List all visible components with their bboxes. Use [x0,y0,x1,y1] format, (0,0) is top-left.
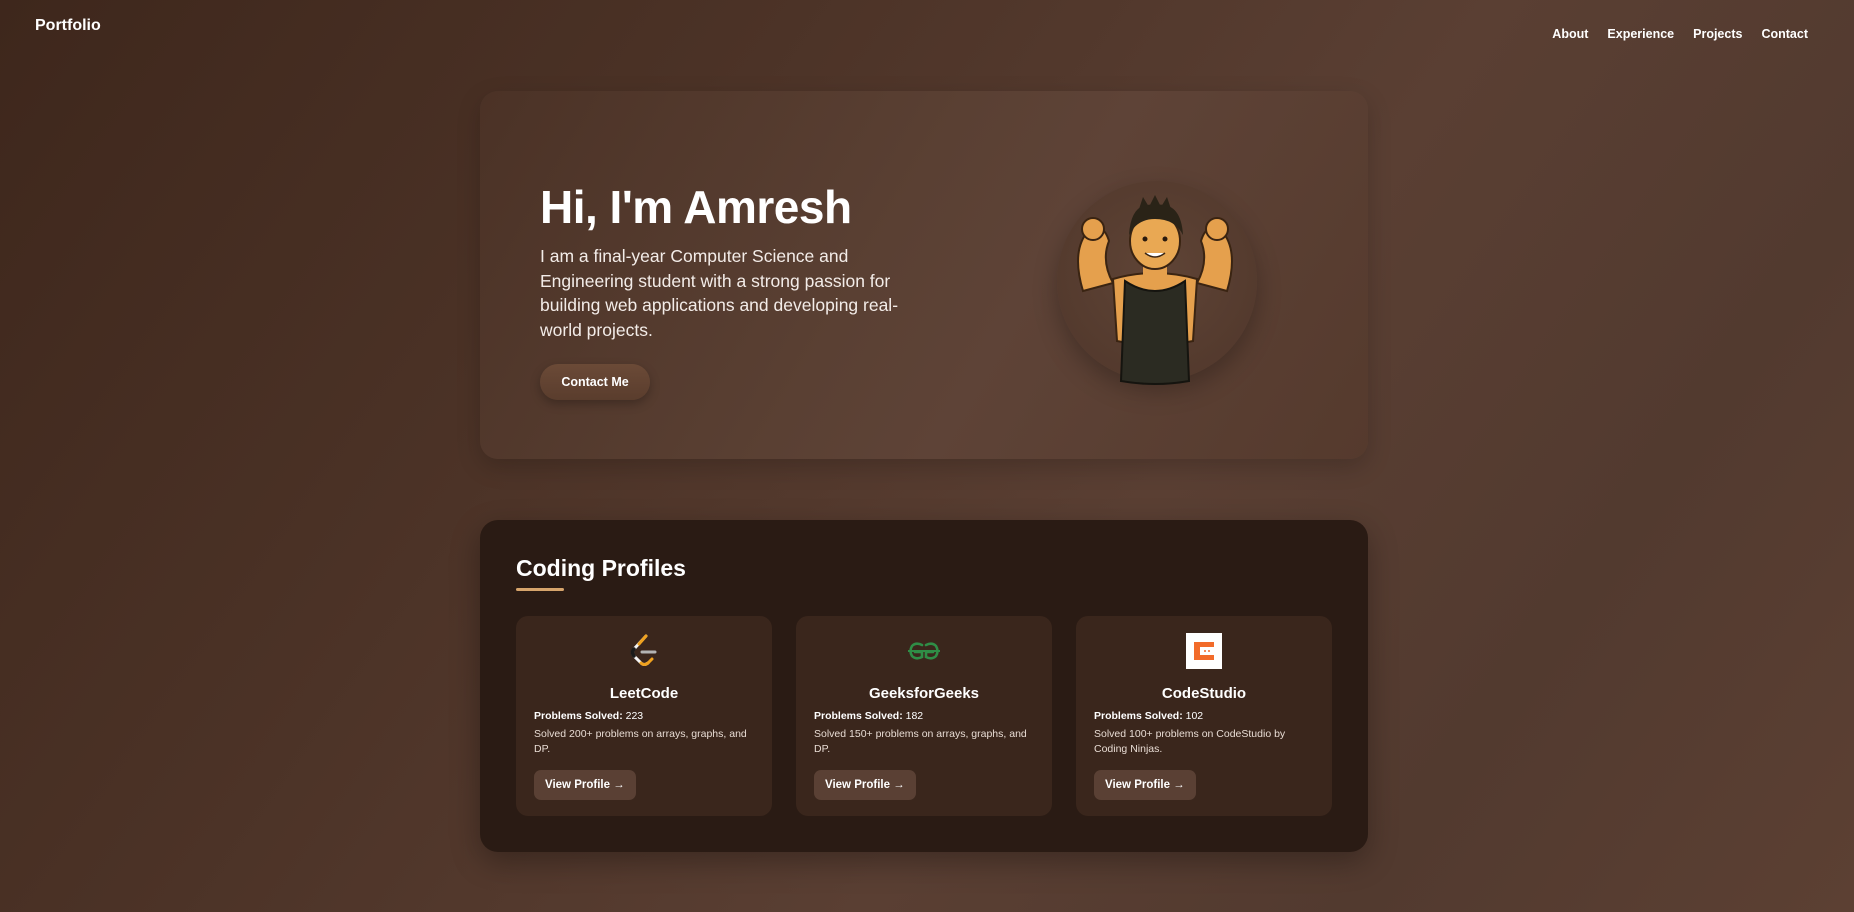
problems-solved-value: 102 [1185,710,1204,722]
problems-solved-label: Problems Solved: [1094,710,1183,722]
problems-solved-value: 223 [625,710,644,722]
profile-card-geeksforgeeks: GeeksforGeeks Problems Solved: 182 Solve… [796,616,1052,816]
view-profile-button-geeksforgeeks[interactable]: View Profile → [814,770,916,800]
contact-me-button[interactable]: Contact Me [540,364,650,400]
hero-description: I am a final-year Computer Science and E… [540,246,899,340]
profile-name: LeetCode [609,685,679,702]
problems-solved-value: 182 [905,710,924,722]
avatar [1043,171,1267,395]
nav-link-projects[interactable]: Projects [1693,27,1742,41]
hero-section: Hi, I'm Amresh I am a final-year Compute… [480,91,1368,459]
problems-solved: Problems Solved: 182 [814,710,923,722]
nav-link-contact[interactable]: Contact [1761,27,1808,41]
nav-link-about[interactable]: About [1552,27,1588,41]
profile-description: Solved 150+ problems on arrays, graphs, … [814,728,1027,755]
nav-link-experience[interactable]: Experience [1607,27,1674,41]
section-title-underline [516,588,564,591]
problems-solved: Problems Solved: 223 [534,710,643,722]
view-profile-button-codestudio[interactable]: View Profile → [1094,770,1196,800]
profile-description: Solved 100+ problems on CodeStudio by Co… [1094,728,1286,755]
main-nav: About Experience Projects Contact [1552,27,1808,41]
view-profile-button-leetcode[interactable]: View Profile → [534,770,636,800]
profile-description: Solved 200+ problems on arrays, graphs, … [534,728,747,755]
brand-logo[interactable]: Portfolio [35,17,101,35]
profile-name: GeeksforGeeks [868,685,980,702]
coding-profiles-section: Coding Profiles LeetCode Problems Solved… [480,520,1368,852]
leetcode-icon [630,634,657,666]
geeksforgeeks-icon [908,642,940,660]
problems-solved-label: Problems Solved: [814,710,903,722]
muscle-character-illustration [1077,195,1233,385]
problems-solved-label: Problems Solved: [534,710,623,722]
top-navbar: Portfolio About Experience Projects Cont… [0,0,1854,70]
section-title: Coding Profiles [516,555,686,581]
hero-title: Hi, I'm Amresh [540,181,852,233]
profile-card-codestudio: CodeStudio Problems Solved: 102 Solved 1… [1076,616,1332,816]
profile-name: CodeStudio [1161,685,1247,702]
codestudio-icon [1186,633,1222,669]
problems-solved: Problems Solved: 102 [1094,710,1203,722]
profile-card-leetcode: LeetCode Problems Solved: 223 Solved 200… [516,616,772,816]
